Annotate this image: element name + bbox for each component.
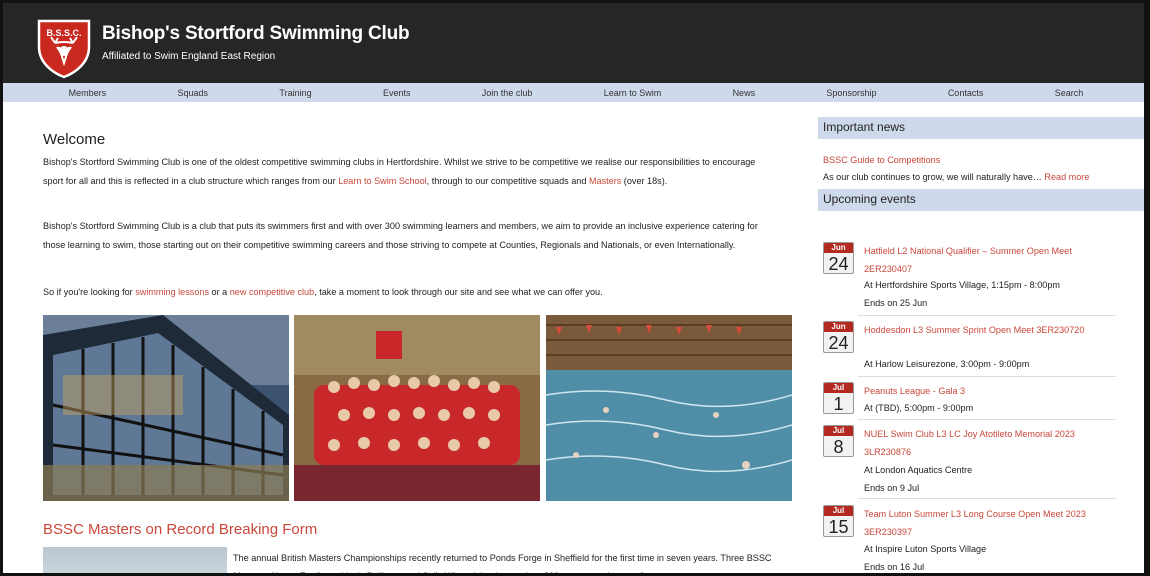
- club-paragraph: Bishop's Stortford Swimming Club is a cl…: [43, 221, 758, 250]
- event-end-date: Ends on 9 Jul: [864, 483, 920, 493]
- masters-article-thumbnail[interactable]: [43, 547, 227, 573]
- event-location: At Harlow Leisurezone, 3:00pm - 9:00pm: [864, 359, 1030, 369]
- learn-to-swim-school-link[interactable]: Learn to Swim School: [338, 176, 426, 186]
- new-competitive-club-link[interactable]: new competitive club: [230, 287, 314, 297]
- event-day: 24: [828, 254, 849, 274]
- event-month: Jul: [824, 426, 853, 436]
- event-location: At (TBD), 5:00pm - 9:00pm: [864, 403, 974, 413]
- event-title-link[interactable]: Peanuts League - Gala 3: [864, 382, 1109, 400]
- main-nav: Members Squads Training Events Join the …: [3, 83, 1144, 102]
- calendar-icon: Jun 24: [823, 321, 854, 353]
- masters-link[interactable]: Masters: [589, 176, 621, 186]
- news-snippet: As our club continues to grow, we will n…: [818, 172, 1144, 182]
- calendar-icon: Jun 24: [823, 242, 854, 274]
- site-title[interactable]: Bishop's Stortford Swimming Club: [102, 23, 410, 45]
- event-end-date: Ends on 16 Jul: [864, 562, 925, 572]
- offer-text-b: or a: [209, 287, 230, 297]
- offer-text-c: , take a moment to look through our site…: [314, 287, 603, 297]
- nav-members[interactable]: Members: [69, 88, 107, 98]
- read-more-link[interactable]: Read more: [1044, 172, 1089, 182]
- upcoming-events-heading: Upcoming events: [818, 189, 1144, 211]
- event-day: 24: [828, 333, 849, 353]
- club-crest-logo[interactable]: B.S.S.C.: [35, 17, 93, 79]
- swimming-pool-photo: [546, 315, 792, 501]
- event-day: 15: [828, 517, 849, 537]
- intro-paragraph: Bishop's Stortford Swimming Club is one …: [43, 153, 763, 191]
- svg-text:B.S.S.C.: B.S.S.C.: [46, 28, 81, 38]
- intro-text-c: (over 18s).: [621, 176, 668, 186]
- nav-squads[interactable]: Squads: [178, 88, 209, 98]
- event-divider: [858, 376, 1116, 377]
- offer-paragraph: So if you're looking for swimming lesson…: [43, 283, 763, 302]
- nav-sponsorship[interactable]: Sponsorship: [826, 88, 876, 98]
- pool-building-photo: [43, 315, 289, 501]
- event-month: Jul: [824, 383, 853, 393]
- nav-join-the-club[interactable]: Join the club: [482, 88, 533, 98]
- sidebar: Important news BSSC Guide to Competition…: [818, 117, 1144, 211]
- event-divider: [858, 315, 1116, 316]
- calendar-icon: Jul 8: [823, 425, 854, 457]
- event-title-link[interactable]: Team Luton Summer L3 Long Course Open Me…: [864, 505, 1109, 541]
- important-news-heading: Important news: [818, 117, 1144, 139]
- main-content: Welcome Bishop's Stortford Swimming Club…: [41, 103, 793, 576]
- calendar-icon: Jul 1: [823, 382, 854, 414]
- event-day: 1: [833, 394, 844, 414]
- event-title-link[interactable]: Hatfield L2 National Qualifier – Summer …: [864, 242, 1109, 278]
- masters-article-title[interactable]: BSSC Masters on Record Breaking Form: [43, 521, 317, 538]
- nav-search[interactable]: Search: [1055, 88, 1084, 98]
- nav-contacts[interactable]: Contacts: [948, 88, 984, 98]
- event-day: 8: [833, 437, 844, 457]
- competitions-guide-link[interactable]: BSSC Guide to Competitions: [818, 155, 1144, 165]
- browser-frame: B.S.S.C. Bishop's Stortford Swimming Clu…: [0, 0, 1150, 576]
- nav-news[interactable]: News: [733, 88, 756, 98]
- event-location: At London Aquatics Centre: [864, 465, 973, 475]
- event-location: At Hertfordshire Sports Village, 1:15pm …: [864, 280, 1060, 290]
- club-group-photo: [294, 315, 540, 501]
- nav-training[interactable]: Training: [279, 88, 311, 98]
- nav-learn-to-swim[interactable]: Learn to Swim: [604, 88, 662, 98]
- swimming-lessons-link[interactable]: swimming lessons: [135, 287, 209, 297]
- event-location: At Inspire Luton Sports Village: [864, 544, 987, 554]
- event-month: Jun: [824, 322, 853, 332]
- intro-text-b: , through to our competitive squads and: [426, 176, 589, 186]
- offer-text-a: So if you're looking for: [43, 287, 136, 297]
- masters-article-text: The annual British Masters Championships…: [233, 553, 772, 576]
- event-month: Jul: [824, 506, 853, 516]
- news-snippet-text: As our club continues to grow, we will n…: [823, 172, 1045, 182]
- event-divider: [858, 419, 1116, 420]
- site-subtitle: Affiliated to Swim England East Region: [102, 51, 276, 62]
- event-title-link[interactable]: Hoddesdon L3 Summer Sprint Open Meet 3ER…: [864, 321, 1109, 339]
- event-divider: [858, 498, 1116, 499]
- site-header: B.S.S.C. Bishop's Stortford Swimming Clu…: [3, 3, 1144, 83]
- event-title-link[interactable]: NUEL Swim Club L3 LC Joy Atotileto Memor…: [864, 425, 1109, 461]
- event-month: Jun: [824, 243, 853, 253]
- event-end-date: Ends on 25 Jun: [864, 298, 928, 308]
- page-title: Welcome: [43, 131, 106, 148]
- calendar-icon: Jul 15: [823, 505, 854, 537]
- nav-events[interactable]: Events: [383, 88, 411, 98]
